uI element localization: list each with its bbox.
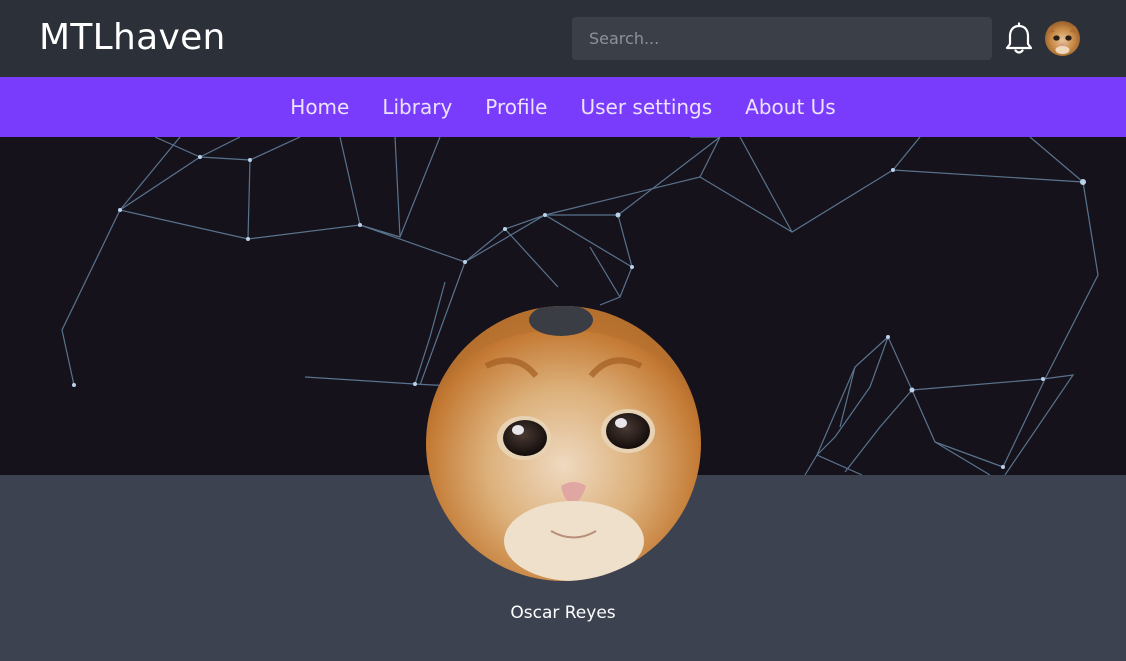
bell-icon[interactable] [1004, 22, 1034, 56]
nav-item-profile[interactable]: Profile [485, 95, 547, 119]
brand-logo[interactable]: MTLhaven [39, 17, 226, 59]
profile-username: Oscar Reyes [510, 603, 616, 623]
nav-item-about-us[interactable]: About Us [745, 95, 836, 119]
nav-item-home[interactable]: Home [290, 95, 349, 119]
top-bar: MTLhaven [0, 0, 1126, 77]
nav-item-user-settings[interactable]: User settings [580, 95, 712, 119]
profile-avatar[interactable] [426, 306, 701, 581]
user-avatar[interactable] [1045, 21, 1080, 56]
nav-item-library[interactable]: Library [382, 95, 452, 119]
search-input[interactable] [572, 17, 992, 60]
main-nav: Home Library Profile User settings About… [0, 77, 1126, 137]
